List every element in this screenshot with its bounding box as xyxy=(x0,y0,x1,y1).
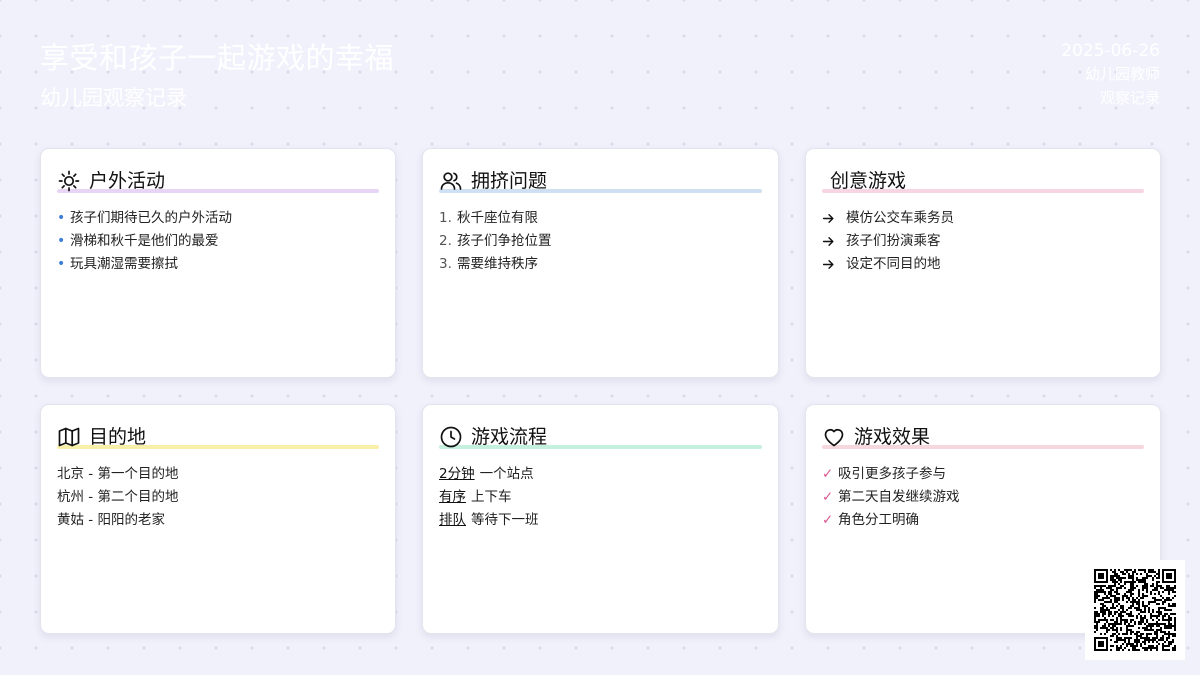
card-2: 拥挤问题 1. 秋千座位有限 2. 孩子们争抢位置 3. 需要维持秩序 xyxy=(422,148,779,378)
card-1: 户外活动 • 孩子们期待已久的户外活动 • 滑梯和秋千是他们的最爱 • 玩具潮湿需要擦拭 xyxy=(40,148,396,378)
item-text: 角色分工明确 xyxy=(838,512,919,528)
card-4: 目的地北京 - 第一个目的地 杭州 - 第二个目的地 黄姑 - 阳阳的老家 xyxy=(40,404,396,634)
keyword-link[interactable]: 2分钟 xyxy=(439,463,475,486)
card-header: 游戏流程 xyxy=(439,423,762,451)
item-text: 秋千座位有限 xyxy=(457,210,538,226)
card-header: 拥挤问题 xyxy=(439,167,762,195)
arrow-right-icon xyxy=(822,260,834,269)
card-title: 游戏效果 xyxy=(854,426,931,448)
item-text: 黄姑 - 阳阳的老家 xyxy=(57,512,165,528)
item-number: 2. xyxy=(439,233,452,249)
doc-type-label: 观察记录 xyxy=(1099,89,1160,107)
list-item: 孩子们扮演乘客 xyxy=(822,230,1144,253)
item-text: 孩子们期待已久的户外活动 xyxy=(70,210,232,226)
card-title: 目的地 xyxy=(89,426,147,448)
card-items: 2分钟 一个站点 有序 上下车 排队 等待下一班 xyxy=(439,463,762,532)
keyword-link[interactable]: 有序 xyxy=(439,486,466,509)
list-item: 1. 秋千座位有限 xyxy=(439,207,762,230)
item-text: 上下车 xyxy=(471,489,512,505)
map-icon xyxy=(58,427,80,447)
bullet-icon: • xyxy=(57,256,66,272)
card-title: 创意游戏 xyxy=(830,170,907,192)
list-item: • 玩具潮湿需要擦拭 xyxy=(57,253,379,276)
item-text: 一个站点 xyxy=(479,466,534,482)
card-header: 游戏效果 xyxy=(822,423,1144,451)
arrow-right-icon xyxy=(822,214,834,223)
bullet-icon: • xyxy=(57,210,66,226)
list-item: 排队 等待下一班 xyxy=(439,509,762,532)
item-text: 吸引更多孩子参与 xyxy=(838,466,946,482)
list-item: ✓ 角色分工明确 xyxy=(822,509,1144,532)
author-label: 幼儿园教师 xyxy=(1084,65,1160,83)
list-item: 模仿公交车乘务员 xyxy=(822,207,1144,230)
list-item: • 孩子们期待已久的户外活动 xyxy=(57,207,379,230)
card-title: 户外活动 xyxy=(89,170,166,192)
card-items: 1. 秋千座位有限 2. 孩子们争抢位置 3. 需要维持秩序 xyxy=(439,207,762,276)
qr-code-icon xyxy=(1085,560,1185,660)
card-items: 北京 - 第一个目的地 杭州 - 第二个目的地 黄姑 - 阳阳的老家 xyxy=(57,463,379,532)
meta-info: 2025-06-26 幼儿园教师 观察记录 xyxy=(1061,40,1160,110)
page-header: 享受和孩子一起游戏的幸福 幼儿园观察记录 xyxy=(40,38,394,112)
arrow-right-icon xyxy=(822,237,834,246)
card-header: 创意游戏 xyxy=(822,167,1144,195)
card-3: 创意游戏模仿公交车乘务员 孩子们扮演乘客 设定不同目的地 xyxy=(805,148,1161,378)
item-text: 北京 - 第一个目的地 xyxy=(57,466,179,482)
heart-icon xyxy=(824,429,844,447)
item-text: 模仿公交车乘务员 xyxy=(846,210,954,226)
list-item: 设定不同目的地 xyxy=(822,253,1144,276)
item-number: 3. xyxy=(439,256,452,272)
keyword-link[interactable]: 排队 xyxy=(439,509,466,532)
users-icon xyxy=(440,172,462,190)
item-number: 1. xyxy=(439,210,452,226)
card-grid: 户外活动 • 孩子们期待已久的户外活动 • 滑梯和秋千是他们的最爱 • 玩具潮湿需要擦拭 拥挤… xyxy=(40,148,1161,634)
item-text: 滑梯和秋千是他们的最爱 xyxy=(70,233,219,249)
item-text: 需要维持秩序 xyxy=(457,256,538,272)
list-item: 3. 需要维持秩序 xyxy=(439,253,762,276)
item-text: 孩子们争抢位置 xyxy=(457,233,552,249)
item-text: 杭州 - 第二个目的地 xyxy=(57,489,179,505)
list-item: ✓ 第二天自发继续游戏 xyxy=(822,486,1144,509)
list-item: 黄姑 - 阳阳的老家 xyxy=(57,509,379,532)
date-label: 2025-06-26 xyxy=(1061,41,1160,61)
list-item: 北京 - 第一个目的地 xyxy=(57,463,379,486)
clock-icon xyxy=(440,426,462,448)
card-title: 游戏流程 xyxy=(471,426,548,448)
list-item: 有序 上下车 xyxy=(439,486,762,509)
check-icon: ✓ xyxy=(822,466,834,482)
page-title: 享受和孩子一起游戏的幸福 xyxy=(40,41,395,75)
list-item: 2. 孩子们争抢位置 xyxy=(439,230,762,253)
card-items: ✓ 吸引更多孩子参与 ✓ 第二天自发继续游戏 ✓ 角色分工明确 xyxy=(822,463,1144,532)
card-header: 目的地 xyxy=(57,423,379,451)
item-text: 第二天自发继续游戏 xyxy=(838,489,960,505)
item-text: 设定不同目的地 xyxy=(846,256,941,272)
card-title: 拥挤问题 xyxy=(471,170,548,192)
item-text: 玩具潮湿需要擦拭 xyxy=(70,256,178,272)
card-5: 游戏流程 2分钟 一个站点 有序 上下车 排队 等待下一班 xyxy=(422,404,779,634)
item-text: 孩子们扮演乘客 xyxy=(846,233,941,249)
sun-icon xyxy=(58,170,80,192)
list-item: 2分钟 一个站点 xyxy=(439,463,762,486)
item-text: 等待下一班 xyxy=(471,512,539,528)
card-items: • 孩子们期待已久的户外活动 • 滑梯和秋千是他们的最爱 • 玩具潮湿需要擦拭 xyxy=(57,207,379,276)
check-icon: ✓ xyxy=(822,512,834,528)
check-icon: ✓ xyxy=(822,489,834,505)
list-item: 杭州 - 第二个目的地 xyxy=(57,486,379,509)
card-header: 户外活动 xyxy=(57,167,379,195)
card-items: 模仿公交车乘务员 孩子们扮演乘客 设定不同目的地 xyxy=(822,207,1144,276)
list-item: • 滑梯和秋千是他们的最爱 xyxy=(57,230,379,253)
bullet-icon: • xyxy=(57,233,66,249)
page-subtitle: 幼儿园观察记录 xyxy=(40,86,187,110)
list-item: ✓ 吸引更多孩子参与 xyxy=(822,463,1144,486)
